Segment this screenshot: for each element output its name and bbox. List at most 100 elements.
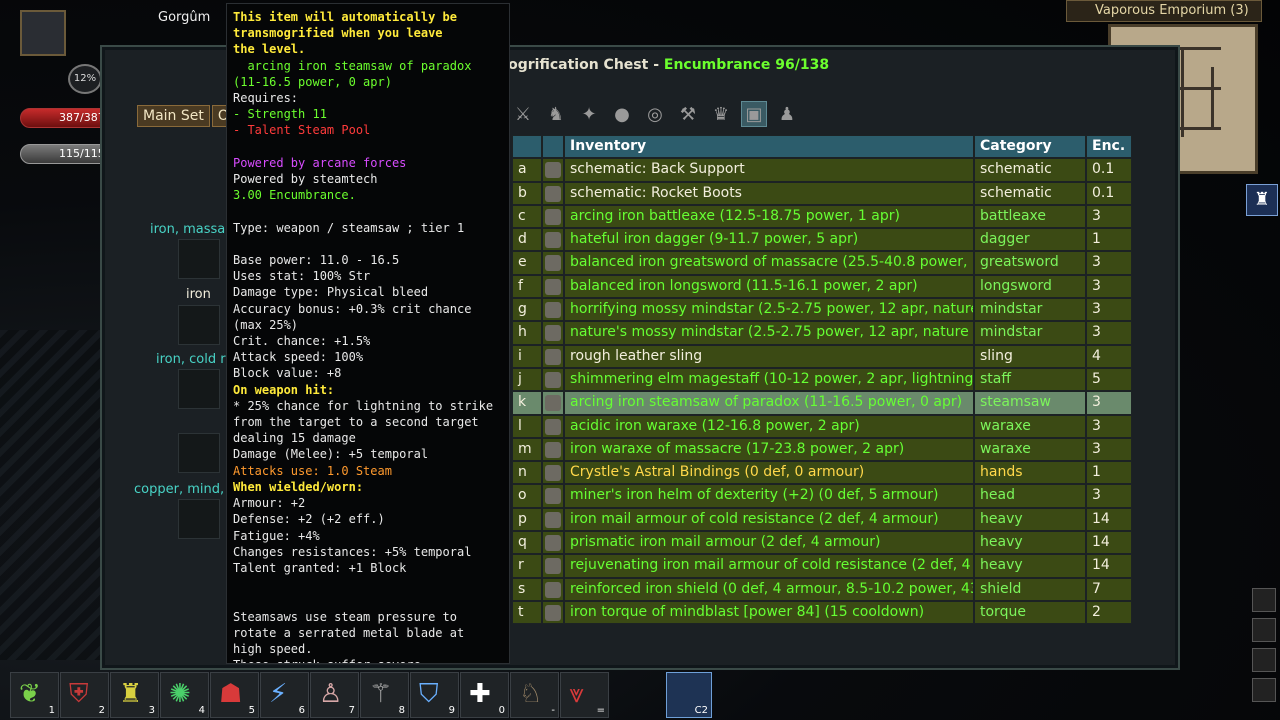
hotbar-slot[interactable]: ♜ 3 [110,672,159,718]
ring-icon[interactable]: ◎ [642,101,668,127]
hotbar-slot[interactable]: ❦ 1 [10,672,59,718]
item-category: waraxe [974,414,1086,438]
hotbar-slot[interactable]: ⛉ 9 [410,672,459,718]
table-row[interactable]: a schematic: Back Support schematic 0.1 [512,158,1132,182]
side-icon[interactable] [1252,618,1276,642]
table-row[interactable]: d hateful iron dagger (9-11.7 power, 5 ap… [512,228,1132,252]
rock-icon[interactable]: ● [609,101,635,127]
item-name: schematic: Back Support [564,158,974,182]
item-name: balanced iron greatsword of massacre (25… [564,251,974,275]
table-row[interactable]: i rough leather sling sling 4 [512,344,1132,368]
table-row[interactable]: g horrifying mossy mindstar (2.5-2.75 pow… [512,298,1132,322]
scroll-icon[interactable]: ▣ [741,101,767,127]
trophy-icon[interactable]: ♛ [708,101,734,127]
bolt-icon: ⚡ [269,679,288,709]
potion-icon[interactable]: ♟ [774,101,800,127]
hotkey-label: 1 [48,705,55,716]
hotbar-slot[interactable]: ☗ 5 [210,672,259,718]
table-row[interactable]: c arcing iron battleaxe (12.5-18.75 power… [512,204,1132,229]
tooltip-line: the level. [233,42,306,57]
equip-label-body: iron, cold r [156,352,226,367]
item-icon [542,414,564,438]
table-row[interactable]: k arcing iron steamsaw of paradox (11-16.… [512,391,1132,415]
table-row[interactable]: n Crystle's Astral Bindings (0 def, 0 arm… [512,461,1132,485]
item-icon [542,461,564,485]
item-icon [542,531,564,555]
tooltip-line: Requires: [233,91,299,106]
equip-slot-ring[interactable] [178,499,220,539]
hotkey-label: 0 [498,705,505,716]
item-enc: 1 [1086,228,1132,252]
item-enc: 14 [1086,554,1132,578]
equip-slot-weapon[interactable] [178,239,220,279]
armor-icon[interactable]: ♞ [543,101,569,127]
hotbar-slot[interactable]: ⛨ 2 [60,672,109,718]
col-enc[interactable]: Enc. [1086,135,1132,159]
hotbar-slot[interactable]: ⚚ 8 [360,672,409,718]
hotkey-label: 5 [248,705,255,716]
side-icon[interactable] [1252,648,1276,672]
item-name: prismatic iron mail armour (2 def, 4 arm… [564,531,974,555]
item-category: hands [974,461,1086,485]
table-row[interactable]: e balanced iron greatsword of massacre (2… [512,251,1132,275]
gem-icon[interactable]: ✦ [576,101,602,127]
hotbar-extra-slot[interactable]: C2 [666,672,712,718]
item-category: sling [974,344,1086,368]
hotbar-slot[interactable]: ♙ 7 [310,672,359,718]
pick-icon[interactable]: ⚒ [675,101,701,127]
item-icon [542,204,564,229]
table-row[interactable]: b schematic: Rocket Boots schematic 0.1 [512,181,1132,205]
row-letter: b [512,181,542,205]
item-icon [542,228,564,252]
tooltip-line: transmogrified when you leave [233,26,443,41]
inventory-header: Inventory Category Enc. [512,135,1132,159]
row-letter: m [512,437,542,462]
table-row[interactable]: h nature's mossy mindstar (2.5-2.75 power… [512,321,1132,345]
item-name: nature's mossy mindstar (2.5-2.75 power,… [564,321,974,345]
table-row[interactable]: j shimmering elm magestaff (10-12 power, … [512,367,1132,392]
item-name: arcing iron battleaxe (12.5-18.75 power,… [564,204,974,229]
item-category: steamsaw [974,391,1086,415]
equip-slot-offhand[interactable] [178,305,220,345]
col-inventory[interactable]: Inventory [564,135,974,159]
hotbar-slot[interactable]: ♘ - [510,672,559,718]
table-row[interactable]: p iron mail armour of cold resistance (2 … [512,507,1132,532]
table-row[interactable]: q prismatic iron mail armour (2 def, 4 ar… [512,531,1132,555]
tab-main-set[interactable]: Main Set [137,105,210,127]
chevron-icon: ⩔ [569,679,584,709]
item-category: battleaxe [974,204,1086,229]
player-portrait[interactable] [20,10,66,56]
table-row[interactable]: l acidic iron waraxe (12-16.8 power, 2 ap… [512,414,1132,438]
row-letter: n [512,461,542,485]
item-category: heavy [974,507,1086,532]
table-row[interactable]: s reinforced iron shield (0 def, 4 armour… [512,577,1132,601]
table-row[interactable]: r rejuvenating iron mail armour of cold r… [512,554,1132,578]
side-icon[interactable] [1252,678,1276,702]
item-icon [542,298,564,322]
table-row[interactable]: f balanced iron longsword (11.5-16.1 powe… [512,274,1132,299]
tooltip-line: On weapon hit: [233,382,335,397]
weapon-icon[interactable]: ⚔ [510,101,536,127]
hotbar-slot[interactable]: ✚ 0 [460,672,509,718]
equip-slot-body[interactable] [178,369,220,409]
tooltip-line: Attack speed: 100% [233,350,364,365]
hotbar-slot[interactable]: ⩔ = [560,672,609,718]
hotbar-slot[interactable]: ✺ 4 [160,672,209,718]
hotkey-label: 7 [348,705,355,716]
hotbar-slot[interactable]: ⚡ 6 [260,672,309,718]
table-row[interactable]: o miner's iron helm of dexterity (+2) (0 … [512,484,1132,508]
table-row[interactable]: t iron torque of mindblast [power 84] (15… [512,600,1132,625]
tooltip-line [233,236,503,252]
col-category[interactable]: Category [974,135,1086,159]
table-row[interactable]: m iron waraxe of massacre (17-23.8 power,… [512,437,1132,462]
row-letter: h [512,321,542,345]
equip-slot-empty[interactable] [178,433,220,473]
hotkey-label: 3 [148,705,155,716]
tooltip-line: Attacks use: 1.0 Steam [233,463,392,478]
tower-icon[interactable]: ♜ [1246,184,1278,216]
shield-icon: ⛨ [69,679,89,709]
side-icon[interactable] [1252,588,1276,612]
item-icon [542,251,564,275]
item-name: arcing iron steamsaw of paradox (11-16.5… [564,391,974,415]
item-enc: 3 [1086,321,1132,345]
